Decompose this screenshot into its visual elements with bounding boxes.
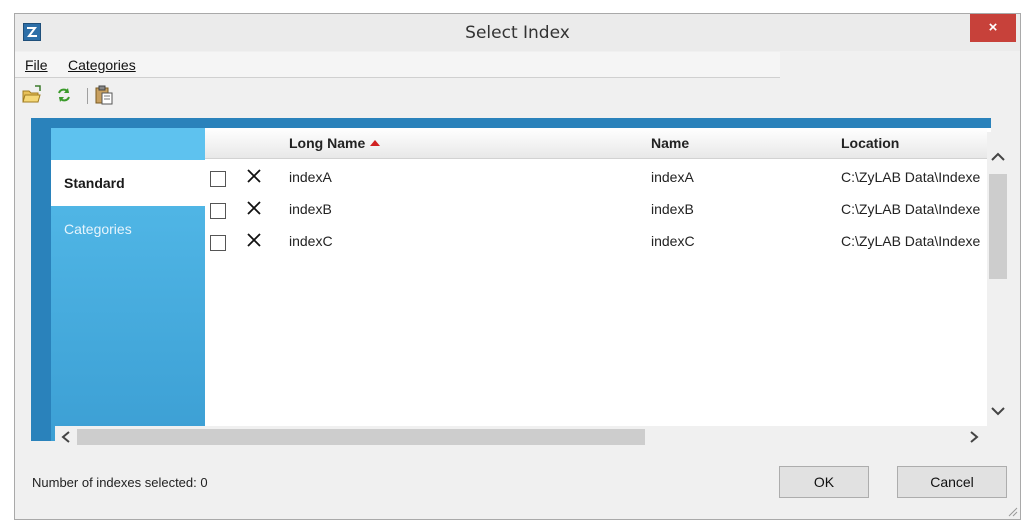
cell-long-name: indexC <box>289 233 333 249</box>
tab-standard-label: Standard <box>64 175 125 191</box>
vertical-scroll-thumb[interactable] <box>989 174 1007 279</box>
window-title: Select Index <box>465 23 570 43</box>
select-index-window: Select Index × File Categories Standard … <box>14 13 1021 520</box>
column-header-location[interactable]: Location <box>841 135 899 151</box>
index-panel: Standard Categories Long Name Name Locat… <box>31 118 991 441</box>
toolbar <box>15 82 315 110</box>
cell-name: indexC <box>651 233 695 249</box>
menu-categories-label: Categories <box>68 57 136 73</box>
horizontal-scrollbar[interactable] <box>55 426 990 448</box>
nav-header <box>51 128 205 160</box>
row-checkbox[interactable] <box>210 171 226 187</box>
title-bar[interactable]: Select Index × <box>15 14 1020 51</box>
tab-categories[interactable]: Categories <box>51 206 205 252</box>
refresh-icon[interactable] <box>53 84 75 106</box>
index-table: Long Name Name Location indexA indexA C:… <box>205 128 987 441</box>
column-long-name-label: Long Name <box>289 135 366 151</box>
tab-categories-label: Categories <box>64 221 132 237</box>
sort-ascending-icon <box>370 140 381 146</box>
menu-file[interactable]: File <box>25 57 48 73</box>
row-checkbox[interactable] <box>210 203 226 219</box>
cell-name: indexA <box>651 169 694 185</box>
cell-location: C:\ZyLAB Data\Indexe <box>841 201 981 217</box>
menu-file-label: File <box>25 57 48 73</box>
column-header-long-name[interactable]: Long Name <box>289 135 381 151</box>
horizontal-scroll-thumb[interactable] <box>77 429 645 445</box>
row-checkbox[interactable] <box>210 235 226 251</box>
remove-x-icon[interactable] <box>245 231 263 249</box>
column-header-name[interactable]: Name <box>651 135 689 151</box>
cell-long-name: indexA <box>289 169 332 185</box>
tab-standard[interactable]: Standard <box>51 160 205 206</box>
panel-accent-bar <box>31 118 991 128</box>
menu-categories[interactable]: Categories <box>68 57 136 73</box>
selection-count-status: Number of indexes selected: 0 <box>32 475 208 490</box>
close-button[interactable]: × <box>970 14 1016 42</box>
scroll-down-icon[interactable] <box>990 404 1006 418</box>
scroll-right-icon[interactable] <box>967 430 981 444</box>
scroll-left-icon[interactable] <box>59 430 73 444</box>
cell-name: indexB <box>651 201 694 217</box>
panel-accent-side <box>31 118 51 441</box>
ok-button[interactable]: OK <box>779 466 869 498</box>
cell-long-name: indexB <box>289 201 332 217</box>
cell-location: C:\ZyLAB Data\Indexe <box>841 169 981 185</box>
remove-x-icon[interactable] <box>245 199 263 217</box>
category-nav: Standard Categories <box>51 128 205 441</box>
paste-icon[interactable] <box>93 84 115 106</box>
table-row[interactable]: indexC indexC C:\ZyLAB Data\Indexe <box>205 226 987 258</box>
toolbar-separator <box>87 88 88 104</box>
menu-bar: File Categories <box>15 52 780 78</box>
cell-location: C:\ZyLAB Data\Indexe <box>841 233 981 249</box>
table-header: Long Name Name Location <box>205 128 987 159</box>
table-row[interactable]: indexA indexA C:\ZyLAB Data\Indexe <box>205 162 987 194</box>
cancel-button[interactable]: Cancel <box>897 466 1007 498</box>
table-row[interactable]: indexB indexB C:\ZyLAB Data\Indexe <box>205 194 987 226</box>
resize-grip-icon[interactable] <box>1006 505 1018 517</box>
vertical-scrollbar[interactable] <box>987 132 1009 444</box>
scroll-up-icon[interactable] <box>990 150 1006 164</box>
open-folder-icon[interactable] <box>21 84 43 106</box>
remove-x-icon[interactable] <box>245 167 263 185</box>
